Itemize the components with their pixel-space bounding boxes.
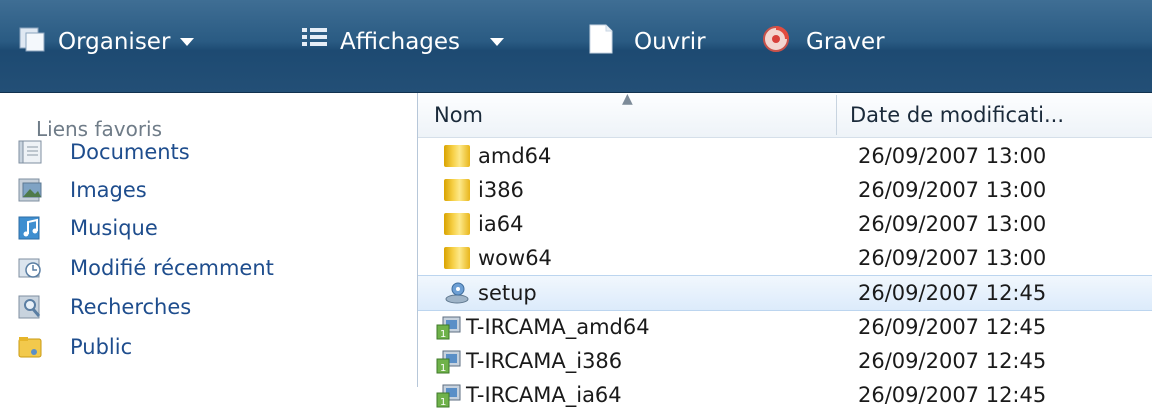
file-name: wow64 xyxy=(478,246,552,270)
list-item[interactable]: wow64 26/09/2007 13:00 xyxy=(418,241,1152,275)
column-header-bar: ▲ Nom Date de modificati... xyxy=(418,91,1152,138)
nav-item-recently-changed[interactable]: Modifié récemment xyxy=(18,249,398,287)
folder-icon xyxy=(444,179,470,201)
file-date: 26/09/2007 12:45 xyxy=(858,315,1047,339)
searches-icon xyxy=(18,295,44,319)
navigation-pane: Liens favoris Documents Images Musique M… xyxy=(0,93,418,387)
list-item[interactable]: i386 26/09/2007 13:00 xyxy=(418,173,1152,207)
burn-label: Graver xyxy=(806,29,885,55)
file-name: i386 xyxy=(478,178,524,202)
organize-button[interactable]: Organiser xyxy=(18,22,195,62)
open-label: Ouvrir xyxy=(634,29,706,55)
chevron-down-icon xyxy=(180,38,195,46)
file-name: T-IRCAMA_amd64 xyxy=(466,315,650,339)
column-header-name[interactable]: Nom xyxy=(434,93,483,137)
list-item[interactable]: ia64 26/09/2007 13:00 xyxy=(418,207,1152,241)
list-item[interactable]: amd64 26/09/2007 13:00 xyxy=(418,139,1152,173)
list-item[interactable]: 1 T-IRCAMA_ia64 26/09/2007 12:45 xyxy=(418,378,1152,412)
command-bar: Organiser Affichages Ouvrir Graver xyxy=(0,0,1152,93)
nav-item-documents[interactable]: Documents xyxy=(18,133,398,171)
file-name: T-IRCAMA_i386 xyxy=(466,349,623,373)
installer-package-icon: 1 xyxy=(436,384,462,408)
file-date: 26/09/2007 13:00 xyxy=(858,246,1047,270)
burn-disc-icon xyxy=(762,25,790,59)
folder-icon xyxy=(444,145,470,167)
column-header-date-modified[interactable]: Date de modificati... xyxy=(850,93,1064,137)
file-date: 26/09/2007 13:00 xyxy=(858,178,1047,202)
installer-package-icon: 1 xyxy=(436,350,462,374)
svg-text:1: 1 xyxy=(440,329,446,340)
svg-text:1: 1 xyxy=(440,363,446,374)
open-button[interactable]: Ouvrir xyxy=(588,22,706,62)
nav-item-searches[interactable]: Recherches xyxy=(18,288,398,326)
views-icon xyxy=(300,25,330,59)
nav-item-label: Images xyxy=(70,178,147,202)
nav-item-label: Musique xyxy=(70,216,158,240)
folder-icon xyxy=(444,247,470,269)
recent-icon xyxy=(18,256,44,280)
column-divider[interactable] xyxy=(836,95,837,135)
setup-icon xyxy=(444,282,470,304)
file-date: 26/09/2007 12:45 xyxy=(858,349,1047,373)
file-name: amd64 xyxy=(478,144,552,168)
folder-icon xyxy=(444,213,470,235)
nav-item-music[interactable]: Musique xyxy=(18,209,398,247)
public-folder-icon xyxy=(18,335,44,359)
organize-icon xyxy=(18,24,48,60)
file-list: ▲ Nom Date de modificati... amd64 26/09/… xyxy=(418,91,1152,408)
nav-item-label: Documents xyxy=(70,140,190,164)
installer-package-icon: 1 xyxy=(436,316,462,340)
views-label: Affichages xyxy=(340,29,461,55)
svg-text:1: 1 xyxy=(440,397,446,408)
file-date: 26/09/2007 12:45 xyxy=(858,281,1047,305)
file-name: ia64 xyxy=(478,212,524,236)
burn-button[interactable]: Graver xyxy=(762,22,885,62)
nav-item-public[interactable]: Public xyxy=(18,328,398,366)
list-item[interactable]: 1 T-IRCAMA_amd64 26/09/2007 12:45 xyxy=(418,310,1152,344)
nav-item-images[interactable]: Images xyxy=(18,171,398,209)
nav-item-label: Public xyxy=(70,335,133,359)
documents-icon xyxy=(18,140,44,164)
nav-item-label: Recherches xyxy=(70,295,192,319)
sort-ascending-icon: ▲ xyxy=(622,91,633,107)
images-icon xyxy=(18,178,44,202)
file-name: setup xyxy=(478,281,537,305)
list-item-selected[interactable]: setup 26/09/2007 12:45 xyxy=(418,275,1152,311)
music-icon xyxy=(18,216,44,240)
file-date: 26/09/2007 12:45 xyxy=(858,383,1047,407)
open-file-icon xyxy=(588,23,614,61)
nav-item-label: Modifié récemment xyxy=(70,256,274,280)
organize-label: Organiser xyxy=(58,29,171,55)
chevron-down-icon xyxy=(490,38,505,46)
file-date: 26/09/2007 13:00 xyxy=(858,212,1047,236)
list-item[interactable]: 1 T-IRCAMA_i386 26/09/2007 12:45 xyxy=(418,344,1152,378)
file-date: 26/09/2007 13:00 xyxy=(858,144,1047,168)
views-button[interactable]: Affichages xyxy=(300,22,505,62)
